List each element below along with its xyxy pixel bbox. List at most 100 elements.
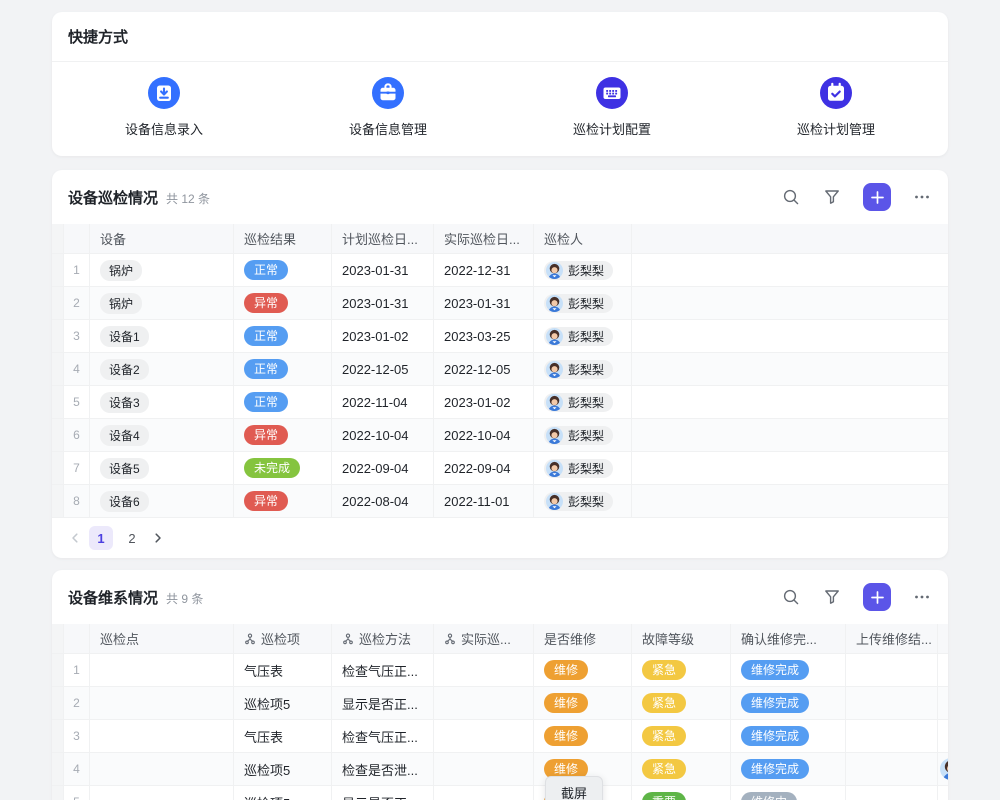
row-number[interactable]: 3 bbox=[64, 320, 90, 352]
method-cell[interactable]: 检查气压正... bbox=[332, 720, 434, 752]
item-cell[interactable]: 巡检项5 bbox=[234, 753, 332, 785]
row-number[interactable]: 4 bbox=[64, 753, 90, 785]
row-number[interactable]: 2 bbox=[64, 687, 90, 719]
upload-cell[interactable] bbox=[846, 753, 938, 785]
table-row[interactable]: 1气压表检查气压正...维修紧急维修完成 bbox=[52, 654, 948, 687]
page-button[interactable]: 1 bbox=[89, 526, 113, 550]
row-number[interactable]: 3 bbox=[64, 720, 90, 752]
search-icon[interactable] bbox=[781, 187, 801, 207]
column-header[interactable]: 维 bbox=[938, 624, 948, 653]
result-cell[interactable]: 未完成 bbox=[234, 452, 332, 484]
point-cell[interactable] bbox=[90, 720, 234, 752]
upload-cell[interactable] bbox=[846, 687, 938, 719]
row-number[interactable]: 1 bbox=[64, 254, 90, 286]
table-row[interactable]: 3设备1正常2023-01-022023-03-25彭梨梨 bbox=[52, 320, 948, 353]
row-number[interactable]: 8 bbox=[64, 485, 90, 517]
inspector-cell[interactable]: 彭梨梨 bbox=[534, 452, 632, 484]
inspector-cell[interactable]: 彭梨梨 bbox=[534, 353, 632, 385]
result-cell[interactable]: 异常 bbox=[234, 287, 332, 319]
filter-icon[interactable] bbox=[822, 587, 842, 607]
device-cell[interactable]: 锅炉 bbox=[90, 254, 234, 286]
item-cell[interactable]: 气压表 bbox=[234, 654, 332, 686]
table-row[interactable]: 7设备5未完成2022-09-042022-09-04彭梨梨 bbox=[52, 452, 948, 485]
device-cell[interactable]: 设备1 bbox=[90, 320, 234, 352]
upload-cell[interactable] bbox=[846, 786, 938, 800]
result-cell[interactable]: 正常 bbox=[234, 320, 332, 352]
row-number[interactable]: 2 bbox=[64, 287, 90, 319]
actual-date-cell[interactable]: 2023-01-02 bbox=[434, 386, 534, 418]
column-header[interactable]: 巡检项 bbox=[234, 624, 332, 653]
column-header[interactable]: 巡检点 bbox=[90, 624, 234, 653]
shortcut-device-manage[interactable]: 设备信息管理 bbox=[276, 77, 500, 155]
device-cell[interactable]: 设备3 bbox=[90, 386, 234, 418]
repair-person-cell[interactable] bbox=[938, 687, 948, 719]
method-cell[interactable]: 显示是否正... bbox=[332, 687, 434, 719]
table-row[interactable]: 2锅炉异常2023-01-312023-01-31彭梨梨 bbox=[52, 287, 948, 320]
next-page-button[interactable] bbox=[151, 531, 165, 545]
device-cell[interactable]: 设备2 bbox=[90, 353, 234, 385]
confirm-cell[interactable]: 维修中 bbox=[731, 786, 846, 800]
actual-cell[interactable] bbox=[434, 654, 534, 686]
table-row[interactable]: 2巡检项5显示是否正...维修紧急维修完成 bbox=[52, 687, 948, 720]
planned-date-cell[interactable]: 2022-08-04 bbox=[332, 485, 434, 517]
confirm-cell[interactable]: 维修完成 bbox=[731, 753, 846, 785]
planned-date-cell[interactable]: 2022-12-05 bbox=[332, 353, 434, 385]
planned-date-cell[interactable]: 2023-01-31 bbox=[332, 254, 434, 286]
prev-page-button[interactable] bbox=[68, 531, 82, 545]
row-number[interactable]: 5 bbox=[64, 386, 90, 418]
column-header[interactable]: 巡检结果 bbox=[234, 224, 332, 253]
search-icon[interactable] bbox=[781, 587, 801, 607]
actual-date-cell[interactable]: 2023-03-25 bbox=[434, 320, 534, 352]
level-cell[interactable]: 紧急 bbox=[632, 654, 731, 686]
method-cell[interactable]: 检查气压正... bbox=[332, 654, 434, 686]
filter-icon[interactable] bbox=[822, 187, 842, 207]
point-cell[interactable] bbox=[90, 654, 234, 686]
shortcut-device-entry[interactable]: 设备信息录入 bbox=[52, 77, 276, 155]
repair-person-cell[interactable] bbox=[938, 786, 948, 800]
result-cell[interactable]: 异常 bbox=[234, 485, 332, 517]
result-cell[interactable]: 正常 bbox=[234, 386, 332, 418]
table-row[interactable]: 8设备6异常2022-08-042022-11-01彭梨梨 bbox=[52, 485, 948, 518]
point-cell[interactable] bbox=[90, 786, 234, 800]
repair-person-cell[interactable] bbox=[938, 720, 948, 752]
level-cell[interactable]: 紧急 bbox=[632, 720, 731, 752]
row-number[interactable]: 4 bbox=[64, 353, 90, 385]
planned-date-cell[interactable]: 2022-09-04 bbox=[332, 452, 434, 484]
device-cell[interactable]: 设备5 bbox=[90, 452, 234, 484]
column-header[interactable]: 设备 bbox=[90, 224, 234, 253]
inspector-cell[interactable]: 彭梨梨 bbox=[534, 485, 632, 517]
actual-cell[interactable] bbox=[434, 786, 534, 800]
item-cell[interactable]: 巡检项5 bbox=[234, 687, 332, 719]
actual-date-cell[interactable]: 2022-12-05 bbox=[434, 353, 534, 385]
page-button[interactable]: 2 bbox=[120, 526, 144, 550]
upload-cell[interactable] bbox=[846, 720, 938, 752]
repair-cell[interactable]: 维修 bbox=[534, 720, 632, 752]
level-cell[interactable]: 重要 bbox=[632, 786, 731, 800]
point-cell[interactable] bbox=[90, 687, 234, 719]
repair-cell[interactable]: 维修 bbox=[534, 654, 632, 686]
confirm-cell[interactable]: 维修完成 bbox=[731, 654, 846, 686]
result-cell[interactable]: 正常 bbox=[234, 353, 332, 385]
row-number[interactable]: 5 bbox=[64, 786, 90, 800]
column-header[interactable]: 是否维修 bbox=[534, 624, 632, 653]
upload-cell[interactable] bbox=[846, 654, 938, 686]
row-number[interactable]: 7 bbox=[64, 452, 90, 484]
table-row[interactable]: 1锅炉正常2023-01-312022-12-31彭梨梨 bbox=[52, 254, 948, 287]
add-record-button[interactable] bbox=[863, 183, 891, 211]
column-header[interactable]: 实际巡检日... bbox=[434, 224, 534, 253]
level-cell[interactable]: 紧急 bbox=[632, 753, 731, 785]
actual-date-cell[interactable]: 2022-11-01 bbox=[434, 485, 534, 517]
table-row[interactable]: 5设备3正常2022-11-042023-01-02彭梨梨 bbox=[52, 386, 948, 419]
confirm-cell[interactable]: 维修完成 bbox=[731, 687, 846, 719]
row-number[interactable]: 6 bbox=[64, 419, 90, 451]
result-cell[interactable]: 异常 bbox=[234, 419, 332, 451]
method-cell[interactable]: 检查是否泄... bbox=[332, 753, 434, 785]
column-header[interactable]: 故障等级 bbox=[632, 624, 731, 653]
repair-person-cell[interactable] bbox=[938, 753, 948, 785]
planned-date-cell[interactable]: 2022-11-04 bbox=[332, 386, 434, 418]
repair-cell[interactable]: 维修 bbox=[534, 687, 632, 719]
shortcut-plan-manage[interactable]: 巡检计划管理 bbox=[724, 77, 948, 155]
device-cell[interactable]: 锅炉 bbox=[90, 287, 234, 319]
result-cell[interactable]: 正常 bbox=[234, 254, 332, 286]
column-header[interactable]: 巡检人 bbox=[534, 224, 632, 253]
